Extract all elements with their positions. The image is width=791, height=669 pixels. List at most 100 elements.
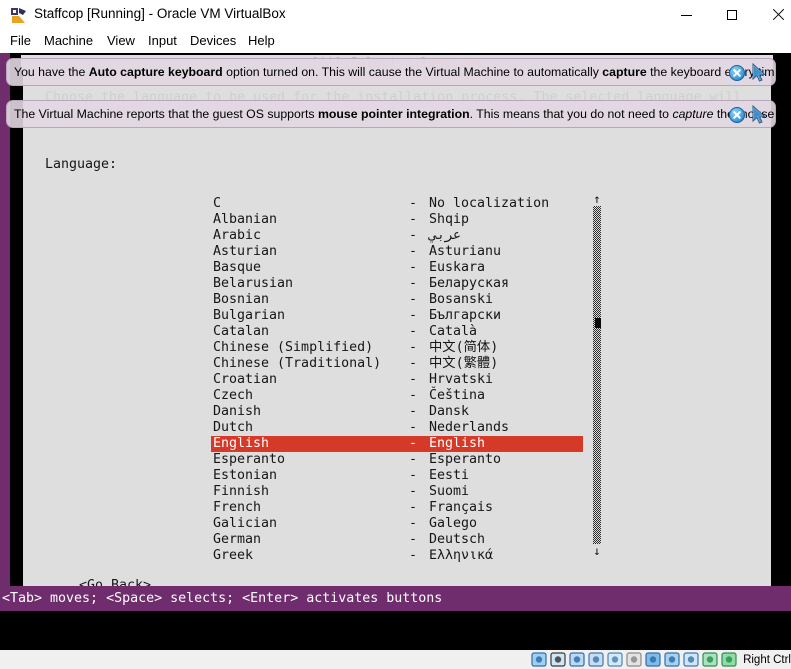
language-list-item[interactable]: Dutch-Nederlands xyxy=(211,420,583,436)
display-icon[interactable] xyxy=(645,652,661,667)
language-list-item[interactable]: C-No localization xyxy=(211,196,583,212)
virtualbox-window: Staffcop [Running] - Oracle VM VirtualBo… xyxy=(0,0,791,669)
language-separator: - xyxy=(409,468,417,484)
menu-view[interactable]: View xyxy=(105,33,137,51)
language-native-name: Nederlands xyxy=(429,420,509,436)
minimize-button[interactable] xyxy=(663,0,709,30)
language-native-name: Беларуская xyxy=(429,276,509,292)
language-list-item[interactable]: English-English xyxy=(211,436,583,452)
language-name: Danish xyxy=(213,404,261,420)
remote-desktop-icon[interactable] xyxy=(664,652,680,667)
language-native-name: Čeština xyxy=(429,388,485,404)
language-list-item[interactable]: German-Deutsch xyxy=(211,532,583,548)
language-list-item[interactable]: Galician-Galego xyxy=(211,516,583,532)
language-list-item[interactable]: Greek-Ελληνικά xyxy=(211,548,583,564)
scrollbar-thumb[interactable] xyxy=(595,318,601,328)
notification-text-run: . This means that you do not need to xyxy=(470,107,673,121)
language-native-name: Esperanto xyxy=(429,452,501,468)
maximize-button[interactable] xyxy=(709,0,755,30)
virtualbox-icon xyxy=(10,7,27,24)
language-name: Dutch xyxy=(213,420,253,436)
notification-close-button[interactable] xyxy=(729,107,745,123)
audio-icon[interactable] xyxy=(569,652,585,667)
language-name: Chinese (Simplified) xyxy=(213,340,373,356)
language-name: Chinese (Traditional) xyxy=(213,356,381,372)
close-button[interactable] xyxy=(755,0,791,30)
language-separator: - xyxy=(409,340,417,356)
language-list-item[interactable]: Bosnian-Bosanski xyxy=(211,292,583,308)
language-native-name: Bosanski xyxy=(429,292,493,308)
language-list-item[interactable]: Basque-Euskara xyxy=(211,260,583,276)
scroll-up-arrow-icon[interactable]: ↑ xyxy=(592,192,602,206)
language-separator: - xyxy=(409,404,417,420)
language-list-item[interactable]: Esperanto-Esperanto xyxy=(211,452,583,468)
language-separator: - xyxy=(409,324,417,340)
usb-icon[interactable] xyxy=(607,652,623,667)
notification-close-button[interactable] xyxy=(729,65,745,81)
language-list-item[interactable]: Finnish-Suomi xyxy=(211,484,583,500)
language-native-name: Hrvatski xyxy=(429,372,493,388)
shared-folder-icon[interactable] xyxy=(626,652,642,667)
menu-help[interactable]: Help xyxy=(246,33,277,51)
language-list-item[interactable]: Croatian -Hrvatski xyxy=(211,372,583,388)
notification-text-run: You have the xyxy=(14,65,89,79)
language-name: Bulgarian xyxy=(213,308,285,324)
mouse-integration-icon[interactable] xyxy=(721,652,737,667)
language-list-item[interactable]: Arabic-عربي xyxy=(211,228,583,244)
notification-text-run: option turned on. This will cause the Vi… xyxy=(223,65,603,79)
notification-mouse-pointer-integration[interactable]: The Virtual Machine reports that the gue… xyxy=(6,100,776,128)
virtualization-icon[interactable] xyxy=(702,652,718,667)
language-separator: - xyxy=(409,436,417,452)
language-list-item[interactable]: Danish-Dansk xyxy=(211,404,583,420)
network-icon[interactable] xyxy=(588,652,604,667)
language-name: Basque xyxy=(213,260,261,276)
language-list[interactable]: C-No localizationAlbanian-ShqipArabic-عر… xyxy=(211,196,583,564)
language-list-item[interactable]: Estonian-Eesti xyxy=(211,468,583,484)
language-native-name: 中文(简体) xyxy=(429,340,498,356)
language-name: Asturian xyxy=(213,244,277,260)
language-name: German xyxy=(213,532,261,548)
hard-disk-icon[interactable] xyxy=(531,652,547,667)
notification-auto-capture-keyboard[interactable]: You have the Auto capture keyboard optio… xyxy=(6,58,776,86)
language-separator: - xyxy=(409,308,417,324)
menubar: File Machine View Input Devices Help xyxy=(0,30,791,53)
language-list-item[interactable]: French-Français xyxy=(211,500,583,516)
language-list-item[interactable]: Bulgarian -Български xyxy=(211,308,583,324)
language-separator: - xyxy=(409,372,417,388)
language-native-name: Galego xyxy=(429,516,477,532)
video-capture-icon[interactable] xyxy=(683,652,699,667)
menu-file[interactable]: File xyxy=(8,33,33,51)
language-list-item[interactable]: Belarusian-Беларуская xyxy=(211,276,583,292)
installer-help-bar: <Tab> moves; <Space> selects; <Enter> ac… xyxy=(0,586,791,611)
language-list-item[interactable]: Chinese (Traditional)-中文(繁體) xyxy=(211,356,583,372)
language-native-name: Suomi xyxy=(429,484,469,500)
language-list-item[interactable]: Czech-Čeština xyxy=(211,388,583,404)
menu-machine[interactable]: Machine xyxy=(42,33,95,51)
menu-input[interactable]: Input xyxy=(146,33,179,51)
menu-devices[interactable]: Devices xyxy=(188,33,238,51)
language-native-name: Shqip xyxy=(429,212,469,228)
language-name: Belarusian xyxy=(213,276,293,292)
language-name: Albanian xyxy=(213,212,277,228)
language-separator: - xyxy=(409,228,417,244)
installer-dialog: Choose the language to be used for the i… xyxy=(21,70,773,612)
language-list-item[interactable]: Chinese (Simplified) -中文(简体) xyxy=(211,340,583,356)
language-name: Czech xyxy=(213,388,253,404)
language-separator: - xyxy=(409,356,417,372)
language-list-scrollbar[interactable]: ↑ ↓ xyxy=(592,192,602,558)
language-list-item[interactable]: Catalan-Català xyxy=(211,324,583,340)
language-native-name: Български xyxy=(429,308,501,324)
vm-viewport[interactable]: [!!] Select a language Choose the langua… xyxy=(0,53,791,650)
language-native-name: Ελληνικά xyxy=(429,548,493,564)
notification-text-run: Auto capture keyboard xyxy=(89,65,223,79)
language-name: Bosnian xyxy=(213,292,269,308)
language-name: Croatian xyxy=(213,372,277,388)
language-native-name: عربي xyxy=(429,228,461,244)
window-titlebar: Staffcop [Running] - Oracle VM VirtualBo… xyxy=(0,0,791,30)
scrollbar-track[interactable] xyxy=(593,206,601,544)
scroll-down-arrow-icon[interactable]: ↓ xyxy=(592,544,602,558)
language-separator: - xyxy=(409,260,417,276)
language-list-item[interactable]: Asturian-Asturianu xyxy=(211,244,583,260)
optical-disk-icon[interactable] xyxy=(550,652,566,667)
language-list-item[interactable]: Albanian-Shqip xyxy=(211,212,583,228)
